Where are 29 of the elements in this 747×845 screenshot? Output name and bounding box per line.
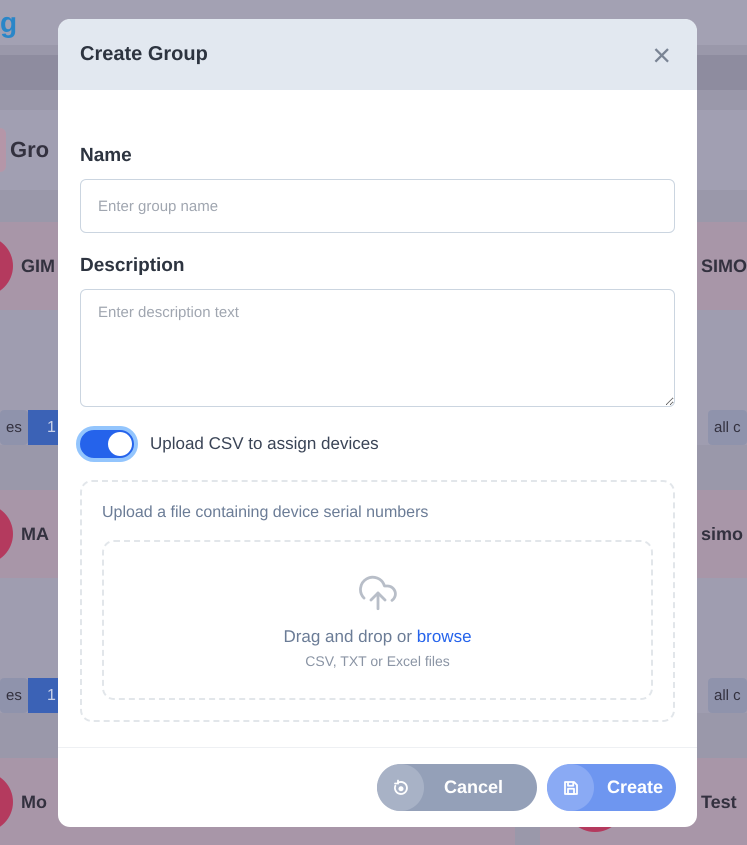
tag: all c [708,678,747,713]
card-title: MA [21,524,49,544]
tag: es [0,678,28,713]
browse-link[interactable]: browse [416,627,472,646]
drop-text: Drag and drop or browse [283,627,472,647]
dialog-title: Create Group [80,43,208,66]
card-title: GIM [21,256,55,276]
tag: es [0,410,28,445]
save-icon [562,778,580,796]
cancel-button[interactable]: Cancel [377,764,537,811]
upload-hint: Upload a file containing device serial numbers [102,504,430,522]
field-label: Name [80,145,133,167]
reset-icon [392,778,410,796]
tag: all c [708,410,747,445]
card-title: simo [701,524,744,544]
brand-logo: g [0,6,18,38]
drop-zone[interactable]: Drag and drop or browse CSV, TXT or Excel files [102,540,653,700]
name-field[interactable]: Enter group name [80,179,675,233]
close-button[interactable]: × [648,38,675,70]
card-title: Test [701,792,737,812]
description-field[interactable]: Enter description text [80,289,675,407]
toggle-label: Upload CSV to assign devices [150,434,379,454]
card-title: Mo [21,792,47,812]
create-button[interactable]: Create [547,764,676,811]
card-title: SIMO [701,256,747,276]
field-label: Description [80,255,186,277]
page-title: Gro [10,137,50,163]
file-formats: CSV, TXT or Excel files [305,653,450,669]
toggle-switch[interactable] [76,426,138,462]
